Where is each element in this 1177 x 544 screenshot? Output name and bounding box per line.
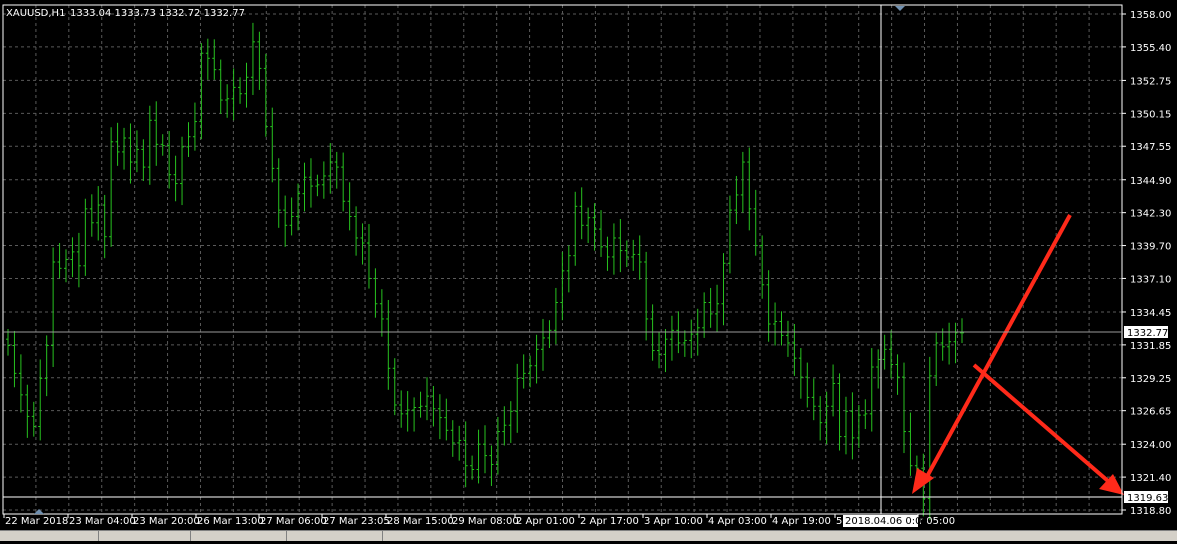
time-tick-label: 28 Mar 15:00 [387,516,454,527]
time-tick-label: 23 Mar 04:00 [69,516,136,527]
price-tick-label: 1318.80 [1130,506,1171,517]
price-tick-label: 1347.55 [1130,142,1171,153]
chart-header-symbol: XAUUSD,H1 [6,8,65,19]
time-tick-label: 3 Apr 10:00 [644,516,703,527]
time-tick-label: 4 Apr 03:00 [708,516,767,527]
price-tick-label: 1329.25 [1130,374,1171,385]
price-chart[interactable]: 1358.00 1355.40 1352.75 1350.15 1347.55 1344.… [0,0,1177,540]
price-tick-label: 1321.40 [1130,473,1171,484]
crosshair-time-label: 2018.04.06 0:00 [845,516,928,527]
time-tick-label: 26 Mar 13:00 [197,516,264,527]
time-tick-label: 27 Mar 23:05 [323,516,390,527]
time-tick-label: 5 [836,516,842,527]
time-tick-label: 22 Mar 2018 [5,516,68,527]
time-tick-label: 2 Apr 01:00 [516,516,575,527]
price-tick-label: 1337.10 [1130,274,1171,285]
price-tick-label: 1342.30 [1130,209,1171,220]
price-tick-label: 1326.65 [1130,407,1171,418]
time-tick-label: 23 Mar 20:00 [133,516,200,527]
window-tab-bar [0,530,1177,541]
price-tick-label: 1355.40 [1130,43,1171,54]
price-tick-label: 1358.00 [1130,10,1171,21]
price-tick-label: 1339.70 [1130,242,1171,253]
crosshair-price-label: 1319.63 [1127,493,1168,504]
time-tick-label: 29 Mar 08:00 [452,516,519,527]
time-tick-label: 27 Mar 06:00 [260,516,327,527]
current-price-label: 1332.77 [1127,328,1168,339]
time-axis: 22 Mar 2018 23 Mar 04:0023 Mar 20:0026 Ma… [3,514,955,527]
price-tick-label: 1324.00 [1130,440,1171,451]
price-tick-label: 1344.90 [1130,176,1171,187]
time-tick-label: 2 Apr 17:00 [580,516,639,527]
chart-header-ohlc: 1333.04 1333.73 1332.72 1332.77 [70,8,245,19]
price-tick-label: 1350.15 [1130,109,1171,120]
price-tick-label: 1334.45 [1130,308,1171,319]
price-tick-label: 1331.85 [1130,341,1171,352]
price-tick-label: 1352.75 [1130,76,1171,87]
time-tick-label: 4 Apr 19:00 [772,516,831,527]
